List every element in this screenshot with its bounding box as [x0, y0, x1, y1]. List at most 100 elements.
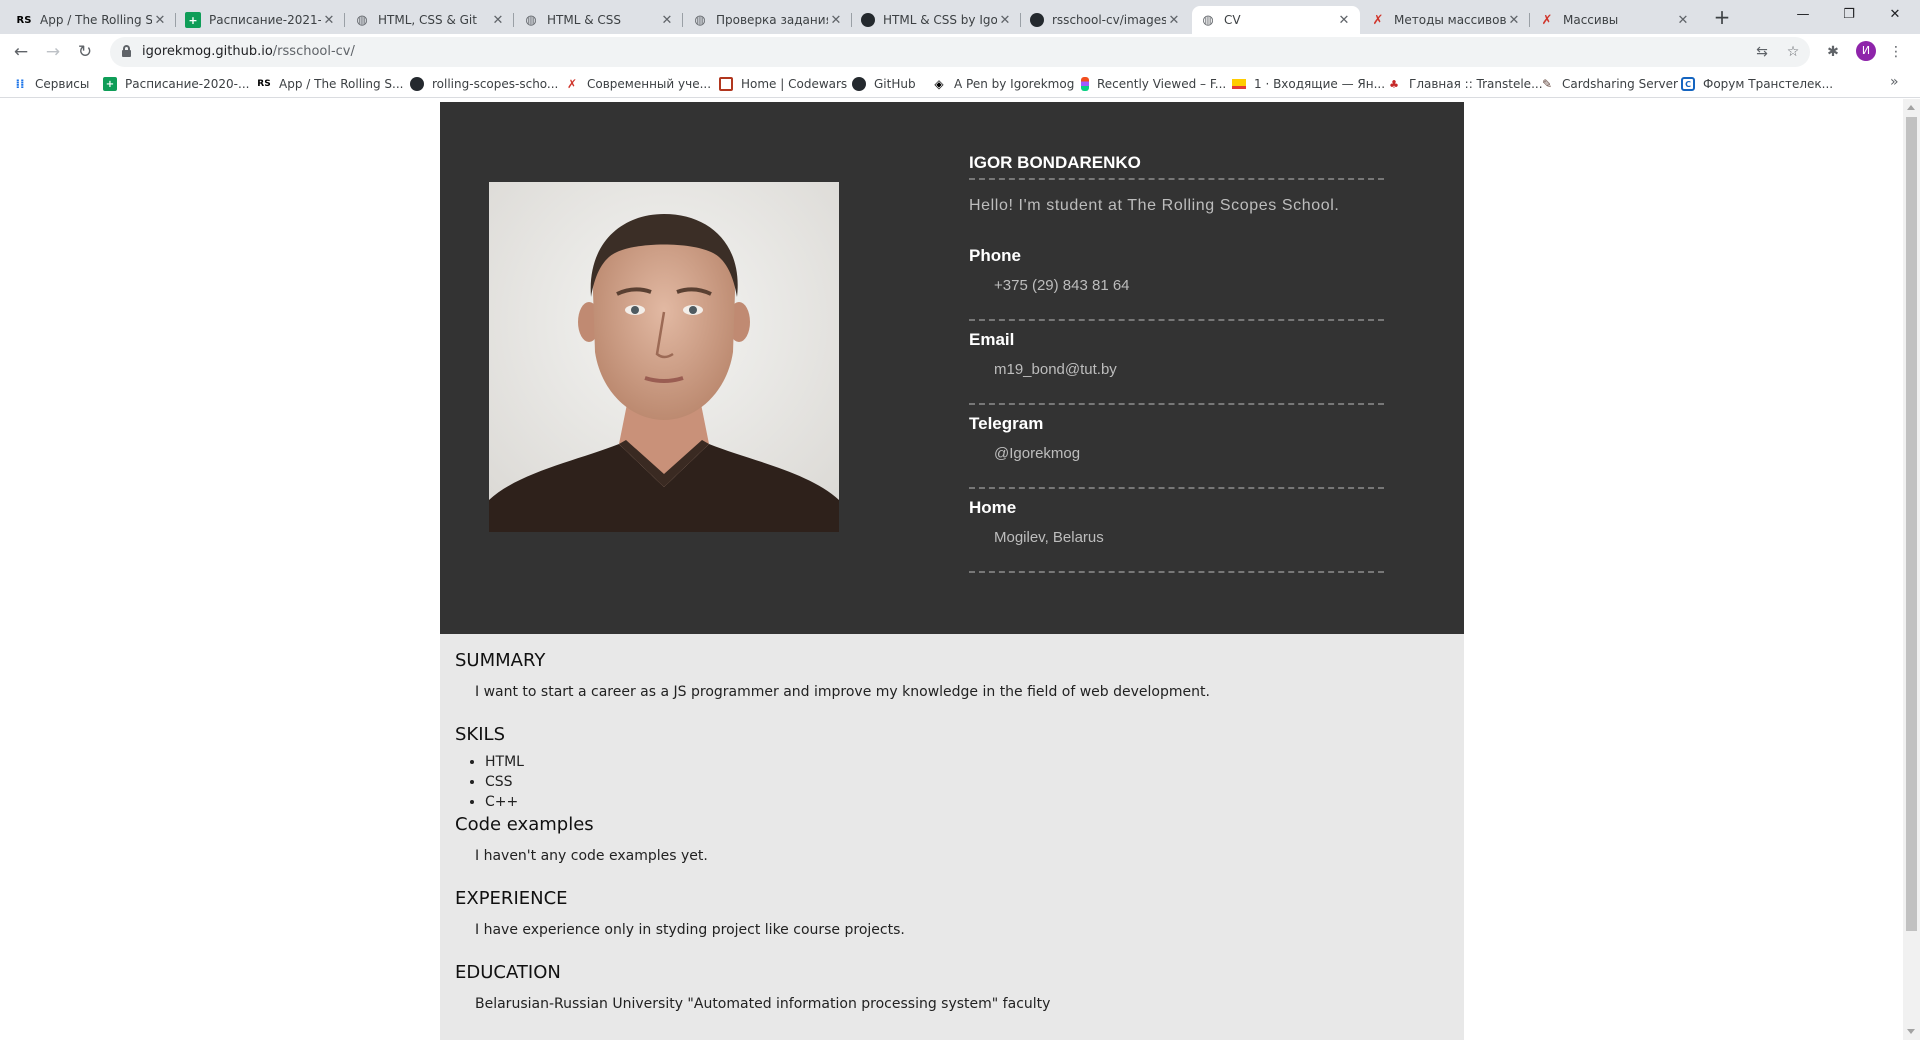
phone-value: +375 (29) 843 81 64 [994, 277, 1130, 294]
tab-title: HTML, CSS & Git [378, 13, 477, 27]
bookmarks-overflow-icon[interactable]: » [1890, 74, 1899, 90]
tab-cv-active[interactable]: ◍ CV ✕ [1192, 6, 1360, 34]
profile-avatar[interactable]: И [1856, 41, 1876, 61]
tab-divider [1020, 13, 1021, 27]
tab-schedule[interactable]: + Расписание-2021- ✕ [177, 6, 345, 34]
lock-icon[interactable] [122, 45, 131, 57]
close-tab-icon[interactable]: ✕ [490, 13, 506, 28]
tab-title: rsschool-cv/images [1052, 13, 1166, 27]
tab-arrays[interactable]: ✗ Массивы ✕ [1531, 6, 1699, 34]
tab-array-methods[interactable]: ✗ Методы массивов ✕ [1362, 6, 1530, 34]
close-tab-icon[interactable]: ✕ [152, 13, 168, 28]
bookmark-label: 1 · Входящие — Ян... [1254, 77, 1386, 91]
reload-button[interactable]: ↻ [73, 40, 97, 64]
contact-info: IGOR BONDARENKO Hello! I'm student at Th… [969, 152, 1384, 573]
greeting-text: Hello! I'm student at The Rolling Scopes… [969, 197, 1340, 214]
figma-icon [1081, 77, 1089, 91]
close-window-button[interactable]: ✕ [1872, 3, 1918, 27]
bookmark-codepen[interactable]: ◈ A Pen by Igorekmog [932, 75, 1074, 93]
github-icon [861, 13, 875, 27]
bookmark-label: Cardsharing Server [1562, 77, 1678, 91]
bookmark-rolling-scopes-github[interactable]: rolling-scopes-scho... [410, 75, 558, 93]
close-tab-icon[interactable]: ✕ [1506, 13, 1522, 28]
extensions-icon[interactable]: ✱ [1823, 42, 1843, 62]
bookmark-rs-app[interactable]: RS App / The Rolling S... [257, 75, 404, 93]
tab-divider [682, 13, 683, 27]
minimize-button[interactable]: — [1780, 3, 1826, 27]
transtelecom-icon: ♣ [1389, 77, 1399, 91]
tab-title: HTML & CSS by Igo [883, 13, 997, 27]
bookmark-label: App / The Rolling S... [279, 77, 404, 91]
tab-github-images[interactable]: rsschool-cv/images ✕ [1022, 6, 1190, 34]
url-path: /rsschool-cv/ [272, 44, 355, 59]
phone-label: Phone [969, 246, 1021, 265]
restore-button[interactable]: ❐ [1826, 3, 1872, 27]
code-examples-heading: Code examples [455, 814, 594, 835]
close-tab-icon[interactable]: ✕ [659, 13, 675, 28]
tab-title: Массивы [1563, 13, 1619, 27]
codewars-icon [719, 77, 733, 91]
education-text: Belarusian-Russian University "Automated… [475, 996, 1051, 1012]
tab-html-css[interactable]: ◍ HTML & CSS ✕ [515, 6, 683, 34]
telegram-label: Telegram [969, 414, 1044, 433]
rs-logo-icon: RS [257, 79, 271, 89]
menu-dots-icon[interactable]: ⋮ [1886, 42, 1906, 62]
close-tab-icon[interactable]: ✕ [1166, 13, 1182, 28]
new-tab-button[interactable]: + [1710, 7, 1734, 27]
github-icon [852, 77, 866, 91]
summary-text: I want to start a career as a JS program… [475, 684, 1210, 700]
bookmark-learnjs[interactable]: ✗ Современный уче... [565, 75, 711, 93]
sheets-icon: + [185, 12, 201, 28]
tab-divider [513, 13, 514, 27]
experience-text: I have experience only in styding projec… [475, 922, 905, 938]
education-heading: EDUCATION [455, 962, 561, 983]
scroll-down-icon[interactable] [1907, 1029, 1915, 1034]
close-tab-icon[interactable]: ✕ [321, 13, 337, 28]
bookmark-yandex-mail[interactable]: 1 · Входящие — Ян... [1232, 75, 1385, 93]
learnjs-icon: ✗ [566, 77, 578, 91]
bookmark-star-icon[interactable]: ☆ [1783, 42, 1803, 62]
page-scrollbar[interactable] [1903, 99, 1920, 1040]
scroll-up-icon[interactable] [1907, 105, 1915, 110]
tab-title: Проверка задания [716, 13, 828, 27]
cv-page: IGOR BONDARENKO Hello! I'm student at Th… [440, 102, 1464, 1040]
bookmark-transtelecom[interactable]: ♣ Главная :: Transtele... [1387, 75, 1542, 93]
bookmark-cardsharing[interactable]: ✎ Cardsharing Server [1540, 75, 1678, 93]
scrollbar-thumb[interactable] [1906, 117, 1917, 931]
github-icon [1030, 13, 1044, 27]
learnjs-icon: ✗ [1541, 12, 1553, 28]
address-bar[interactable]: igorekmog.github.io/rsschool-cv/ ⇆ ☆ [110, 37, 1810, 67]
rs-logo-icon: RS [16, 14, 32, 26]
tab-task-check[interactable]: ◍ Проверка задания ✕ [684, 6, 852, 34]
skills-heading: SKILS [455, 724, 505, 745]
close-tab-icon[interactable]: ✕ [828, 13, 844, 28]
code-examples-text: I haven't any code examples yet. [475, 848, 708, 864]
close-tab-icon[interactable]: ✕ [1336, 13, 1352, 28]
url-text[interactable]: igorekmog.github.io/rsschool-cv/ [142, 44, 355, 59]
sheets-icon: + [103, 77, 117, 91]
mail-icon [1232, 79, 1246, 89]
tab-html-css-git[interactable]: ◍ HTML, CSS & Git ✕ [346, 6, 514, 34]
globe-icon: ◍ [356, 12, 368, 28]
email-value: m19_bond@tut.by [994, 361, 1117, 378]
skill-item: CSS [485, 774, 1449, 794]
bookmark-figma[interactable]: Recently Viewed – F... [1081, 75, 1226, 93]
tab-rolling-scopes-app[interactable]: RS App / The Rolling S ✕ [8, 6, 176, 34]
bookmark-services[interactable]: ⁞⁞ Сервисы [13, 75, 89, 93]
github-icon [410, 77, 424, 91]
translate-icon[interactable]: ⇆ [1752, 42, 1772, 62]
bookmark-schedule[interactable]: + Расписание-2020-... [103, 75, 249, 93]
portrait-illustration [489, 182, 839, 532]
cv-header: IGOR BONDARENKO Hello! I'm student at Th… [440, 102, 1464, 634]
forward-button[interactable]: → [41, 40, 65, 64]
skills-list: HTML CSS C++ [455, 752, 1449, 814]
tab-github-html-css[interactable]: HTML & CSS by Igo ✕ [853, 6, 1021, 34]
telegram-value: @Igorekmog [994, 445, 1081, 462]
bookmark-github[interactable]: GitHub [852, 75, 916, 93]
back-button[interactable]: ← [9, 40, 33, 64]
close-tab-icon[interactable]: ✕ [1675, 13, 1691, 28]
close-tab-icon[interactable]: ✕ [997, 13, 1013, 28]
bookmark-forum[interactable]: C Форум Транстелек... [1681, 75, 1833, 93]
bookmark-codewars[interactable]: Home | Codewars [719, 75, 847, 93]
bookmark-label: Recently Viewed – F... [1097, 77, 1227, 91]
